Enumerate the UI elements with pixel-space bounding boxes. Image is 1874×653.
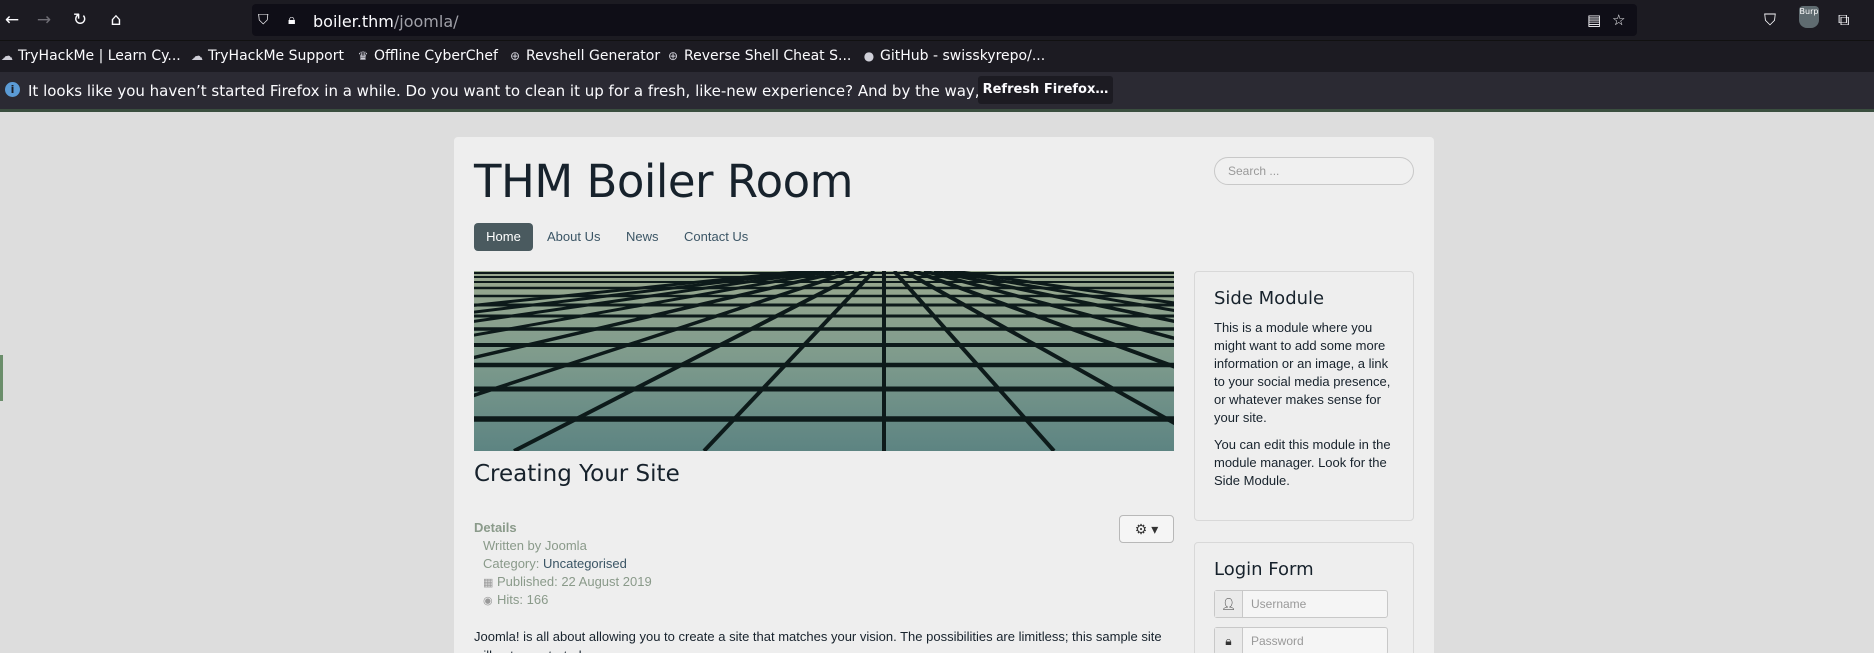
banner-image [474,271,1174,451]
article-hits: ◉ Hits: 166 [483,592,549,607]
calendar-icon: ▦ [483,577,494,589]
url-text[interactable]: boiler.thm/joomla/ [313,12,459,31]
site-container: THM Boiler Room Search ... Home About Us… [454,137,1434,653]
notification-bar: i It looks like you haven’t started Fire… [0,72,1874,112]
extensions-puzzle-icon[interactable]: ⧉ [1838,8,1849,32]
pocket-icon[interactable]: ⛉ [1764,8,1776,32]
lock-icon: 🔒︎ [1215,628,1243,653]
bookmark-item[interactable]: ☁ TryHackMe | Learn Cy... [0,48,181,64]
password-field[interactable]: 🔒︎ Password [1214,627,1388,653]
caret-down-icon: ▾ [1151,521,1159,537]
side-module-text: You can edit this module in the module m… [1214,437,1391,488]
refresh-firefox-button[interactable]: Refresh Firefox… [978,76,1113,104]
reader-view-icon[interactable]: ▤ [1587,11,1601,29]
back-arrow-icon[interactable]: ← [0,8,24,32]
globe-icon: ⊕ [667,49,679,63]
globe-icon: ⊕ [509,49,521,63]
article-category: Category: Uncategorised [483,556,627,571]
notification-text: It looks like you haven’t started Firefo… [28,82,1098,100]
chef-hat-icon: ♛ [357,49,369,63]
search-input[interactable]: Search ... [1214,157,1414,185]
site-title[interactable]: THM Boiler Room [474,155,854,208]
bookmark-item[interactable]: ● GitHub - swisskyrepo/... [862,48,1045,64]
details-label: Details [474,520,517,535]
cloud-icon: ☁ [1,49,13,63]
grid-floor-image [474,271,1174,451]
bookmark-item[interactable]: ☁ TryHackMe Support [190,48,344,64]
login-form-title: Login Form [1214,559,1314,580]
github-icon: ● [863,49,875,63]
bookmark-item[interactable]: ⊕ Reverse Shell Cheat S... [666,48,851,64]
article-tools-button[interactable]: ⚙ ▾ [1119,515,1174,543]
gear-icon: ⚙ [1134,521,1148,537]
bookmark-item[interactable]: ♛ Offline CyberChef [356,48,498,64]
burp-extension-icon[interactable]: Burp [1799,6,1819,28]
nav-item-about-us[interactable]: About Us [547,223,600,251]
reload-icon[interactable]: ↻ [68,8,92,32]
user-icon: 👤︎ [1215,591,1243,617]
username-field[interactable]: 👤︎ Username [1214,590,1388,618]
login-form: Login Form 👤︎ Username 🔒︎ Password [1194,542,1414,653]
article-published: ▦ Published: 22 August 2019 [483,574,652,589]
nav-item-news[interactable]: News [626,223,659,251]
url-bar[interactable]: ⛉ 🔒︎ boiler.thm/joomla/ ▤ ☆ [252,4,1637,36]
info-icon: i [5,82,20,97]
url-host: boiler.thm [313,12,394,31]
category-link[interactable]: Uncategorised [543,556,627,571]
bookmark-item[interactable]: ⊕ Revshell Generator [508,48,660,64]
tracking-shield-icon[interactable]: ⛉ [258,10,269,30]
article-title[interactable]: Creating Your Site [474,461,680,487]
article-body: Joomla! is all about allowing you to cre… [474,629,1162,653]
bookmarks-bar: ☁ TryHackMe | Learn Cy... ☁ TryHackMe Supp… [0,40,1874,72]
forward-arrow-icon[interactable]: → [32,8,56,32]
browser-toolbar: ← → ↻ ⌂ ⛉ 🔒︎ boiler.thm/joomla/ ▤ ☆ ⛉ Bu… [0,0,1874,40]
home-icon[interactable]: ⌂ [104,8,128,32]
lock-icon[interactable]: 🔒︎ [288,10,295,30]
side-module: Side Module This is a module where you m… [1194,271,1414,521]
nav-item-home[interactable]: Home [474,223,533,251]
cloud-icon: ☁ [191,49,203,63]
side-module-title: Side Module [1214,288,1325,309]
article-author: Written by Joomla [483,538,587,553]
sidebar-edge-tab[interactable] [0,355,3,401]
eye-icon: ◉ [483,595,493,607]
bookmark-star-icon[interactable]: ☆ [1612,11,1625,29]
side-module-text: This is a module where you might want to… [1214,320,1391,425]
nav-item-contact-us[interactable]: Contact Us [684,223,748,251]
url-path: /joomla/ [393,12,459,31]
